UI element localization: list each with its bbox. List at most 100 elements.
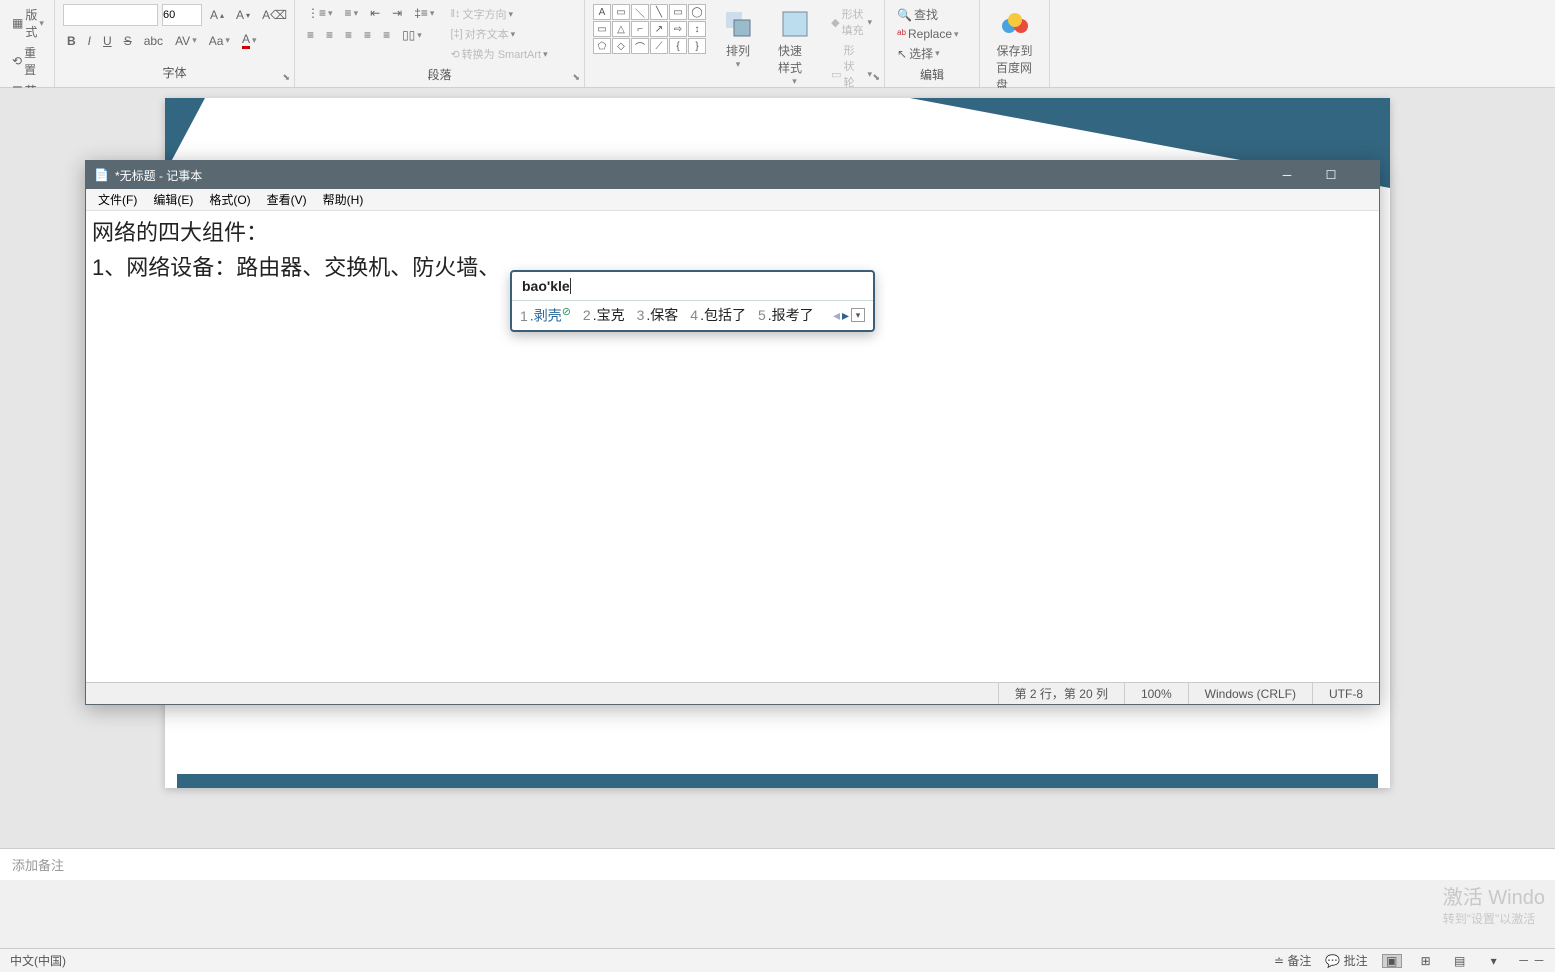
- numbering-button[interactable]: ≡▾: [341, 4, 363, 22]
- notepad-icon: 📄: [94, 168, 109, 182]
- shadow-button[interactable]: abc: [140, 32, 167, 50]
- layout-button[interactable]: ▦ 版式▾: [8, 4, 46, 42]
- quickstyle-button[interactable]: 快速样式▾: [770, 4, 819, 91]
- align-left-button[interactable]: ≡: [303, 26, 318, 44]
- ime-prev-icon[interactable]: ◂: [833, 307, 840, 324]
- status-notes-button[interactable]: ≐ 备注: [1274, 952, 1311, 969]
- np-status-eol: Windows (CRLF): [1188, 683, 1312, 704]
- status-comments-button[interactable]: 💬 批注: [1325, 952, 1367, 969]
- menu-format[interactable]: 格式(O): [201, 189, 258, 210]
- ribbon: ▦ 版式▾ ⟲ 重置 ☰ 节▾ 幻灯片 A▴ A▾ A⌫ B I U S abc…: [0, 0, 1555, 88]
- ime-next-icon[interactable]: ▸: [842, 307, 849, 324]
- notepad-statusbar: 第 2 行，第 20 列 100% Windows (CRLF) UTF-8: [86, 682, 1379, 704]
- para-expand-icon[interactable]: ⬊: [572, 72, 580, 83]
- view-slideshow-icon[interactable]: ▾: [1484, 954, 1504, 968]
- ime-candidate-3[interactable]: 3.保客: [637, 305, 679, 325]
- notes-placeholder: 添加备注: [12, 855, 64, 874]
- ime-candidate-4[interactable]: 4.包括了: [690, 305, 746, 325]
- ime-popup: bao'kle 1.剥壳⊘ 2.宝克 3.保客 4.包括了 5.报考了 ◂ ▸ …: [510, 270, 875, 332]
- group-font: A▴ A▾ A⌫ B I U S abc AV▾ Aa▾ A▾ 字体 ⬊: [55, 0, 295, 87]
- view-normal-icon[interactable]: ▣: [1382, 954, 1402, 968]
- indent-inc-button[interactable]: ⇥: [388, 4, 406, 22]
- np-status-encoding: UTF-8: [1312, 683, 1379, 704]
- align-center-button[interactable]: ≡: [322, 26, 337, 44]
- notepad-title: *无标题 - 记事本: [115, 167, 202, 184]
- status-language[interactable]: 中文(中国): [10, 952, 66, 969]
- group-label-edit: 编辑: [893, 64, 971, 85]
- replace-button[interactable]: ᵃᵇ Replace ▾: [893, 25, 971, 43]
- bold-button[interactable]: B: [63, 32, 80, 50]
- group-label-font: 字体: [63, 62, 286, 83]
- replace-icon: ᵃᵇ: [897, 27, 906, 41]
- np-status-zoom: 100%: [1124, 683, 1188, 704]
- spacing-button[interactable]: AV▾: [171, 32, 201, 50]
- arrange-icon: [722, 8, 754, 40]
- ime-dropdown-icon[interactable]: ▾: [851, 308, 865, 322]
- ime-composition: bao'kle: [512, 272, 873, 301]
- menu-file[interactable]: 文件(F): [90, 189, 145, 210]
- notepad-window: 📄 *无标题 - 记事本 ─ ☐ 文件(F) 编辑(E) 格式(O) 查看(V)…: [85, 160, 1380, 705]
- group-label-paragraph: 段落: [303, 64, 576, 85]
- group-drawing: A▭＼╲▭◯ ▭△⌐↗⇨↕ ⬠◇⌒⟋{} 排列▾ 快速样式▾ ◆ 形状填充 ▾ …: [585, 0, 885, 87]
- notes-pane[interactable]: 添加备注: [0, 848, 1555, 880]
- zoom-out-button[interactable]: － －: [1518, 952, 1545, 969]
- text-direction-button[interactable]: ‖↕ 文字方向 ▾: [446, 4, 551, 24]
- notepad-menubar: 文件(F) 编辑(E) 格式(O) 查看(V) 帮助(H): [86, 189, 1379, 211]
- reset-button[interactable]: ⟲ 重置: [8, 42, 46, 80]
- indent-dec-button[interactable]: ⇤: [366, 4, 384, 22]
- align-right-button[interactable]: ≡: [341, 26, 356, 44]
- slide-decoration-bottom: [177, 774, 1378, 788]
- case-button[interactable]: Aa▾: [205, 32, 234, 50]
- text-line-1: 网络的四大组件：: [92, 215, 1373, 250]
- menu-edit[interactable]: 编辑(E): [145, 189, 201, 210]
- ime-candidate-list: 1.剥壳⊘ 2.宝克 3.保客 4.包括了 5.报考了 ◂ ▸ ▾: [512, 301, 873, 330]
- draw-expand-icon[interactable]: ⬊: [872, 72, 880, 83]
- shape-gallery[interactable]: A▭＼╲▭◯ ▭△⌐↗⇨↕ ⬠◇⌒⟋{}: [593, 4, 706, 54]
- font-color-button[interactable]: A▾: [238, 30, 261, 51]
- ime-candidate-5[interactable]: 5.报考了: [758, 305, 814, 325]
- cloud-icon: [999, 8, 1031, 40]
- line-spacing-button[interactable]: ‡≡▾: [410, 4, 438, 22]
- shrink-font-button[interactable]: A▾: [232, 6, 254, 24]
- ime-candidate-1[interactable]: 1.剥壳⊘: [520, 305, 571, 326]
- strike-button[interactable]: S: [120, 32, 136, 50]
- maximize-button[interactable]: ☐: [1309, 161, 1353, 189]
- select-button[interactable]: ↖ 选择 ▾: [893, 43, 971, 64]
- view-sorter-icon[interactable]: ⊞: [1416, 954, 1436, 968]
- ime-candidate-2[interactable]: 2.宝克: [583, 305, 625, 325]
- menu-view[interactable]: 查看(V): [259, 189, 315, 210]
- grow-font-button[interactable]: A▴: [206, 6, 228, 24]
- np-status-position: 第 2 行，第 20 列: [998, 683, 1124, 704]
- font-family-select[interactable]: [63, 4, 158, 26]
- activation-watermark: 激活 Windo 转到"设置"以激活: [1443, 881, 1545, 927]
- align-justify-button[interactable]: ≡: [360, 26, 375, 44]
- clear-format-button[interactable]: A⌫: [258, 6, 291, 24]
- font-expand-icon[interactable]: ⬊: [282, 72, 290, 83]
- font-size-select[interactable]: [162, 4, 202, 26]
- menu-help[interactable]: 帮助(H): [315, 189, 372, 210]
- status-bar: 中文(中国) ≐ 备注 💬 批注 ▣ ⊞ ▤ ▾ － －: [0, 948, 1555, 972]
- group-slides: ▦ 版式▾ ⟲ 重置 ☰ 节▾ 幻灯片: [0, 0, 55, 87]
- find-button[interactable]: 🔍 查找: [893, 4, 971, 25]
- align-text-button[interactable]: [‡] 对齐文本 ▾: [446, 24, 551, 44]
- view-reading-icon[interactable]: ▤: [1450, 954, 1470, 968]
- minimize-button[interactable]: ─: [1265, 161, 1309, 189]
- shape-fill-button[interactable]: ◆ 形状填充 ▾: [827, 4, 876, 40]
- group-paragraph: ⋮≡▾ ≡▾ ⇤ ⇥ ‡≡▾ ≡ ≡ ≡ ≡ ≡ ▯▯▾ ‖↕ 文字方向 ▾ […: [295, 0, 585, 87]
- bullets-button[interactable]: ⋮≡▾: [303, 4, 337, 22]
- arrange-button[interactable]: 排列▾: [714, 4, 762, 74]
- cloud-check-icon: ⊘: [562, 306, 571, 318]
- align-dist-button[interactable]: ≡: [379, 26, 394, 44]
- group-save: 保存到 百度网盘 保存: [980, 0, 1050, 87]
- close-button[interactable]: [1353, 161, 1379, 189]
- notepad-titlebar[interactable]: 📄 *无标题 - 记事本 ─ ☐: [86, 161, 1379, 189]
- quickstyle-icon: [779, 8, 811, 40]
- find-icon: 🔍: [897, 8, 912, 22]
- select-icon: ↖: [897, 47, 907, 61]
- group-edit: 🔍 查找 ᵃᵇ Replace ▾ ↖ 选择 ▾ 编辑: [885, 0, 980, 87]
- italic-button[interactable]: I: [84, 32, 95, 50]
- smartart-button[interactable]: ⟲ 转换为 SmartArt ▾: [446, 44, 551, 64]
- underline-button[interactable]: U: [99, 32, 116, 50]
- save-to-cloud-button[interactable]: 保存到 百度网盘: [988, 4, 1041, 97]
- columns-button[interactable]: ▯▯▾: [398, 26, 426, 44]
